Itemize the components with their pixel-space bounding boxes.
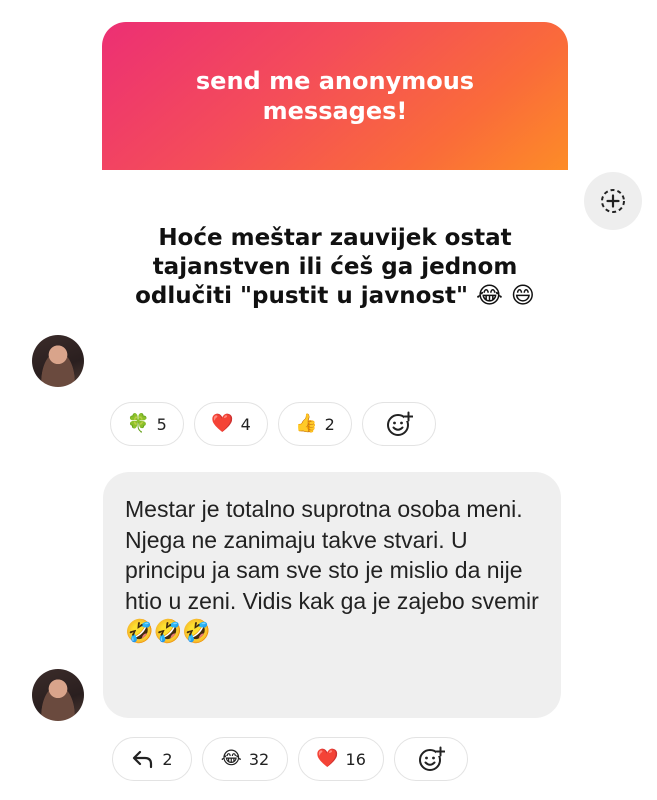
reaction-pill-laugh[interactable]: 😂 32 [202,737,288,781]
reaction-pill-heart[interactable]: ❤️ 4 [194,402,268,446]
reply-count-button[interactable]: 2 [112,737,192,781]
reaction-pill-heart[interactable]: ❤️ 16 [298,737,384,781]
reaction-count: 5 [156,414,167,434]
reaction-pill-clover[interactable]: 🍀 5 [110,402,184,446]
thumbs-up-emoji: 👍 [295,413,318,434]
add-reaction-icon [387,411,413,436]
clover-emoji: 🍀 [127,413,150,434]
circle-plus-icon [601,189,625,213]
reaction-count: 32 [248,749,270,769]
heart-emoji: ❤️ [316,748,339,769]
laughing-emoji: 😂 [220,748,242,769]
reply-message-text: Mestar je totalno suprotna osoba meni. N… [125,496,539,644]
heart-emoji: ❤️ [211,413,234,434]
add-button[interactable] [584,172,642,230]
story-card[interactable]: send me anonymous messages! Hoće meštar … [102,22,568,329]
avatar[interactable] [32,335,84,387]
reply-message-bubble[interactable]: Mestar je totalno suprotna osoba meni. N… [103,472,561,718]
add-reaction-button[interactable] [362,402,436,446]
reaction-count: 4 [240,414,251,434]
story-header: send me anonymous messages! [102,22,568,170]
reaction-count: 16 [345,749,366,769]
add-reaction-button[interactable] [394,737,468,781]
story-question: Hoće meštar zauvijek ostat tajanstven il… [135,225,535,309]
story-header-text: send me anonymous messages! [195,67,475,125]
avatar[interactable] [32,669,84,721]
add-reaction-icon [419,746,445,771]
reply-count: 2 [162,749,173,769]
reaction-pill-thumbs-up[interactable]: 👍 2 [278,402,352,446]
reaction-count: 2 [324,414,335,434]
reply-arrow-icon [133,750,153,769]
